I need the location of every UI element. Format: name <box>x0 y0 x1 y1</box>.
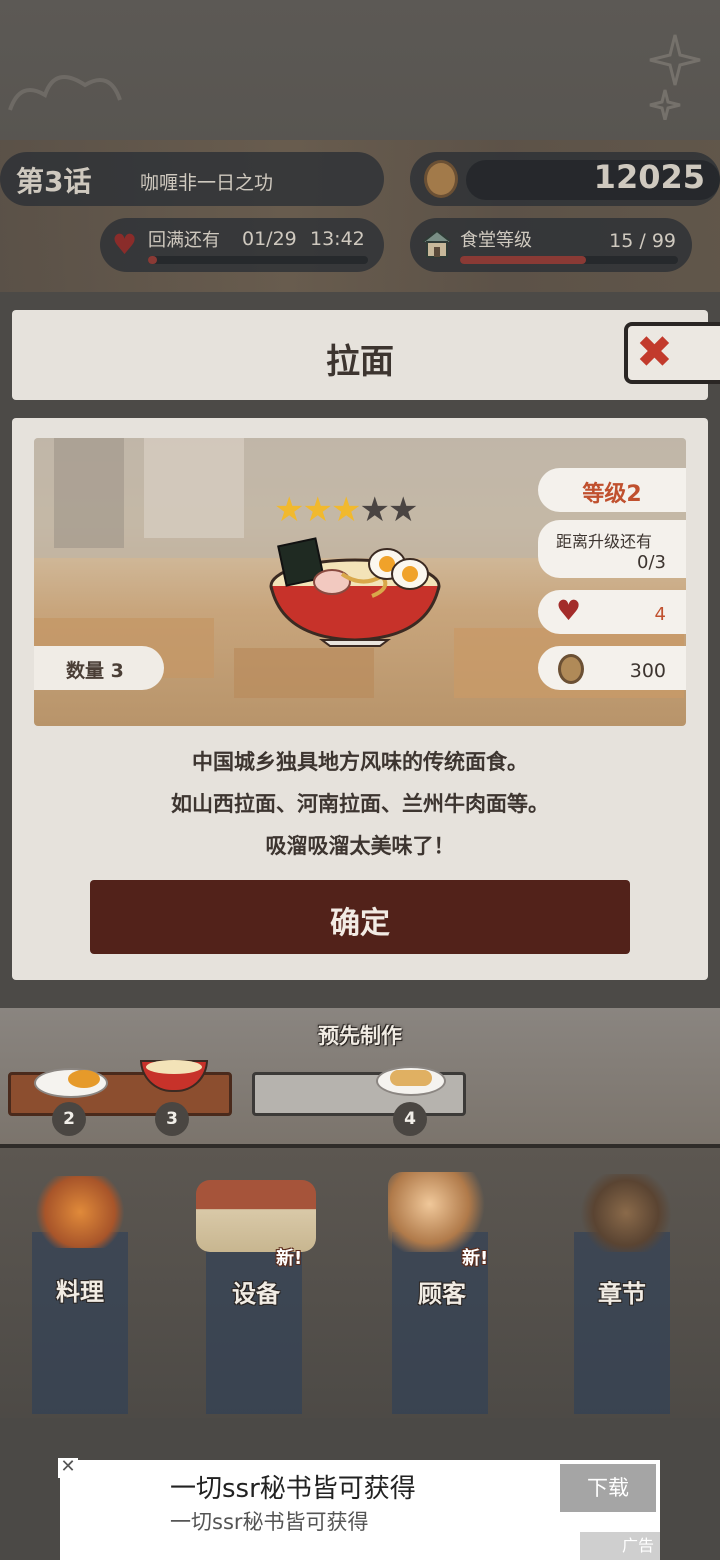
menu-customers[interactable]: 顾客 <box>382 1274 502 1309</box>
close-icon[interactable]: ✖ <box>636 326 673 380</box>
coin-icon <box>424 160 458 198</box>
ad-close-icon[interactable]: ✕ <box>58 1458 78 1478</box>
star-empty-icon: ★ <box>387 490 419 530</box>
coin-reward-value: 300 <box>629 660 666 682</box>
heart-icon: ♥ <box>556 594 582 627</box>
refill-progress-track <box>148 256 368 264</box>
dish-count-dumplings: 4 <box>393 1102 427 1136</box>
ad-subtitle[interactable]: 一切ssr秘书皆可获得 <box>170 1506 369 1536</box>
menu-equipment[interactable]: 设备 <box>196 1274 316 1309</box>
ad-title[interactable]: 一切ssr秘书皆可获得 <box>170 1468 416 1505</box>
heart-reward-value: 4 <box>654 604 666 625</box>
dialog-title: 拉面 <box>326 342 394 382</box>
cooking-pot-icon[interactable] <box>28 1176 132 1248</box>
customers-icon[interactable] <box>388 1172 492 1252</box>
description-line-3: 吸溜吸溜太美味了！ <box>265 834 455 858</box>
upgrade-label: 距离升级还有 <box>556 532 653 551</box>
ramen-bowl-icon <box>269 537 441 647</box>
canteen-level-fill <box>460 256 587 264</box>
coin-icon <box>558 654 584 684</box>
coin-value: 12025 <box>593 158 705 196</box>
dish-rating-stars: ★★★★★ <box>274 490 419 530</box>
sparkle-decoration-icon <box>649 34 701 120</box>
shop-building-icon[interactable] <box>196 1180 316 1252</box>
ad-tag: 广告 <box>580 1532 660 1560</box>
dish-level-label: 等级2 <box>582 482 642 507</box>
dumplings <box>390 1070 432 1086</box>
star-filled-icon: ★ <box>274 490 305 530</box>
refill-progress-fill <box>148 256 157 264</box>
menu-column-cooking <box>32 1232 128 1414</box>
chapter-subtitle: 咖喱非一日之功 <box>140 172 274 194</box>
canteen-level-label: 食堂等级 <box>460 230 532 251</box>
star-empty-icon: ★ <box>359 490 390 530</box>
description-line-1: 中国城乡独具地方风味的传统面食。 <box>192 750 528 774</box>
confirm-button-label[interactable]: 确定 <box>90 898 630 942</box>
equipment-new-badge: 新! <box>276 1248 303 1269</box>
dish-count-curry: 2 <box>52 1102 86 1136</box>
film-camera-icon[interactable] <box>574 1174 678 1252</box>
ramen-broth <box>146 1060 202 1074</box>
house-icon <box>422 229 452 258</box>
description-line-2: 如山西拉面、河南拉面、兰州牛肉面等。 <box>171 792 549 816</box>
star-filled-icon: ★ <box>302 490 333 530</box>
refill-time: 13:42 <box>310 228 365 250</box>
prepare-title: 预先制作 <box>318 1024 402 1048</box>
chapter-number: 第3话 <box>16 165 92 198</box>
curry-sauce <box>68 1070 100 1088</box>
menu-column-chapters <box>574 1232 670 1414</box>
ad-download-button[interactable]: 下载 <box>560 1464 656 1512</box>
star-filled-icon: ★ <box>330 490 362 530</box>
dish-count-ramen: 3 <box>155 1102 189 1136</box>
menu-chapters[interactable]: 章节 <box>562 1274 682 1309</box>
canteen-level-value: 15 / 99 <box>609 230 676 252</box>
cloud-decoration-icon <box>8 75 122 111</box>
refill-label: 回满还有 <box>148 230 220 251</box>
menu-cooking[interactable]: 料理 <box>20 1272 140 1307</box>
heart-icon: ♥ <box>112 228 138 261</box>
quantity-label: 数量 3 <box>66 660 124 682</box>
refill-count: 01/29 <box>242 228 297 250</box>
upgrade-value: 0/3 <box>637 552 666 573</box>
customers-new-badge: 新! <box>462 1248 489 1269</box>
